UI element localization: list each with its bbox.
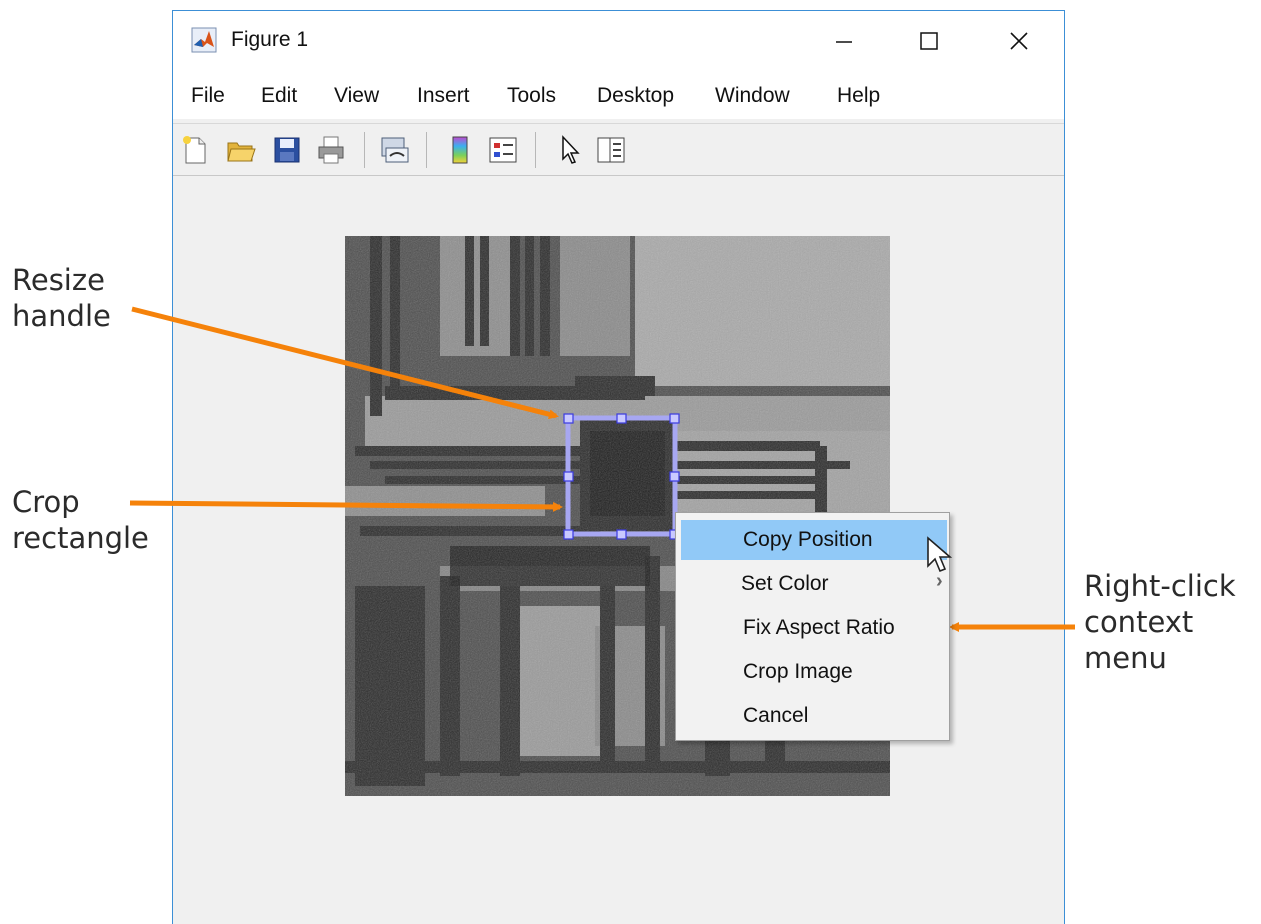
crop-rectangle[interactable] [563, 413, 680, 540]
annotation-crop-rectangle: Crop rectangle [12, 485, 149, 555]
menu-item-set-color[interactable]: Set Color › [681, 564, 947, 604]
resize-handle[interactable] [563, 413, 574, 424]
menu-item-crop-image[interactable]: Crop Image [681, 652, 947, 692]
menu-item-cancel[interactable]: Cancel [681, 696, 947, 736]
resize-handle-arrow [131, 306, 559, 420]
resize-handle[interactable] [669, 413, 680, 424]
context-menu: Copy Position Set Color › Fix Aspect Rat… [675, 512, 950, 741]
resize-handle[interactable] [563, 471, 574, 482]
menu-item-copy-position[interactable]: Copy Position [681, 520, 947, 560]
resize-handle[interactable] [669, 471, 680, 482]
resize-handle[interactable] [616, 529, 627, 540]
crop-rectangle-arrow [129, 500, 563, 512]
mouse-cursor-icon [927, 536, 953, 573]
resize-handle[interactable] [616, 413, 627, 424]
resize-handle[interactable] [563, 529, 574, 540]
annotation-resize-handle: Resize handle [12, 263, 111, 333]
menu-item-fix-aspect-ratio[interactable]: Fix Aspect Ratio [681, 608, 947, 648]
annotation-context-menu: Right-click context menu [1084, 569, 1236, 675]
annotation-overlay [129, 306, 1075, 632]
